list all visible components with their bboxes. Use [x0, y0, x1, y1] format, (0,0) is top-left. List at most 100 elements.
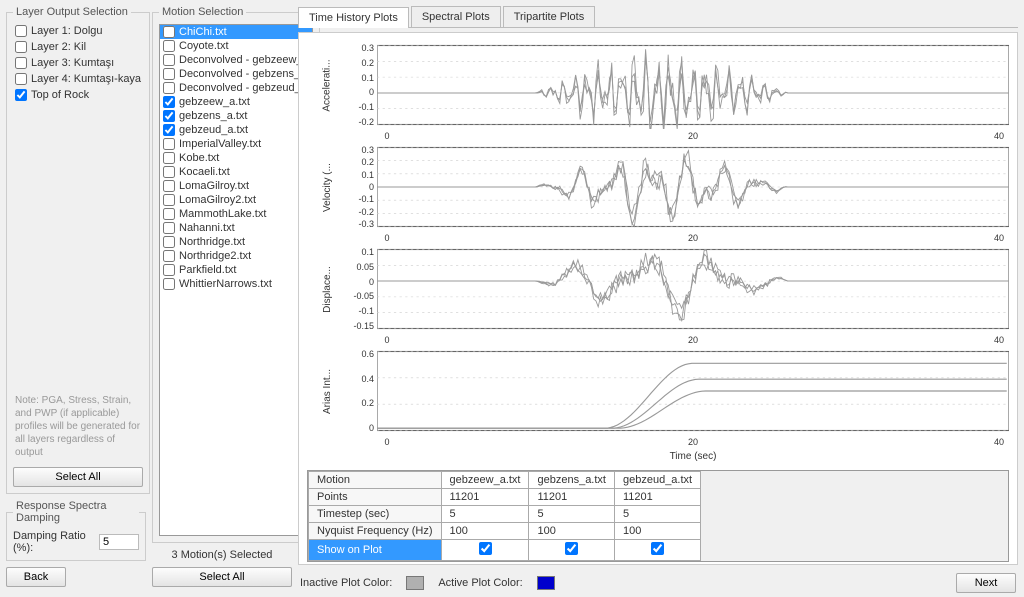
motion-item[interactable]: Parkfield.txt	[160, 263, 312, 277]
layer-checkbox[interactable]	[15, 89, 27, 101]
motion-label: ChiChi.txt	[179, 26, 227, 38]
table-cell[interactable]	[441, 540, 529, 561]
motion-item[interactable]: Coyote.txt	[160, 39, 312, 53]
table-cell[interactable]	[614, 540, 700, 561]
layer-item[interactable]: Layer 4: Kumtaşı-kaya	[13, 72, 143, 86]
damping-ratio-input[interactable]	[99, 534, 139, 550]
motion-item[interactable]: Northridge2.txt	[160, 249, 312, 263]
layer-checkbox[interactable]	[15, 25, 27, 37]
motion-checkbox[interactable]	[163, 40, 175, 52]
table-cell: 11201	[614, 489, 700, 506]
motion-checkbox[interactable]	[163, 68, 175, 80]
tab-spectral-plots[interactable]: Spectral Plots	[411, 6, 501, 27]
plot-row: Arias Int...0.60.40.20	[307, 347, 1009, 435]
motion-list[interactable]: ChiChi.txtCoyote.txtDeconvolved - gebzee…	[159, 24, 313, 536]
plot-ylabel: Accelerati...	[322, 59, 333, 111]
table-row-label: Show on Plot	[309, 540, 442, 561]
layer-panel-title: Layer Output Selection	[13, 6, 131, 18]
motion-item[interactable]: gebzeew_a.txt	[160, 95, 312, 109]
motion-item[interactable]: Kocaeli.txt	[160, 165, 312, 179]
back-button[interactable]: Back	[6, 567, 66, 587]
layer-output-selection-panel: Layer Output Selection Layer 1: Dolgu Lay…	[6, 6, 150, 494]
motion-label: WhittierNarrows.txt	[179, 278, 272, 290]
motion-item[interactable]: WhittierNarrows.txt	[160, 277, 312, 291]
motion-checkbox[interactable]	[163, 82, 175, 94]
motion-data-table: Motiongebzeew_a.txtgebzens_a.txtgebzeud_…	[307, 470, 1009, 562]
table-cell: 5	[441, 506, 529, 523]
table-header: gebzeud_a.txt	[614, 472, 700, 489]
motion-item[interactable]: Deconvolved - gebzens_a	[160, 67, 312, 81]
layer-item[interactable]: Layer 2: Kil	[13, 40, 143, 54]
motion-label: gebzeew_a.txt	[179, 96, 250, 108]
motion-item[interactable]: gebzeud_a.txt	[160, 123, 312, 137]
table-row: Points112011120111201	[309, 489, 701, 506]
motion-item[interactable]: Nahanni.txt	[160, 221, 312, 235]
motion-checkbox[interactable]	[163, 278, 175, 290]
motion-label: Deconvolved - gebzeud_a	[179, 82, 307, 94]
layer-item[interactable]: Layer 1: Dolgu	[13, 24, 143, 38]
tab-time-history-plots[interactable]: Time History Plots	[298, 7, 409, 28]
motion-item[interactable]: Kobe.txt	[160, 151, 312, 165]
table-cell[interactable]	[529, 540, 615, 561]
table-row: Nyquist Frequency (Hz)100100100	[309, 523, 701, 540]
next-button[interactable]: Next	[956, 573, 1016, 593]
plot-xticks: 02040	[307, 131, 1009, 141]
layer-item[interactable]: Top of Rock	[13, 88, 143, 102]
table-cell: 100	[529, 523, 615, 540]
motion-checkbox[interactable]	[163, 264, 175, 276]
motion-checkbox[interactable]	[163, 152, 175, 164]
motion-checkbox[interactable]	[163, 236, 175, 248]
motion-label: Kobe.txt	[179, 152, 219, 164]
layer-item[interactable]: Layer 3: Kumtaşı	[13, 56, 143, 70]
layer-checkbox[interactable]	[15, 57, 27, 69]
table-cell: 5	[529, 506, 615, 523]
table-row-label: Nyquist Frequency (Hz)	[309, 523, 442, 540]
motion-item[interactable]: Deconvolved - gebzeew_a	[160, 53, 312, 67]
motion-checkbox[interactable]	[163, 222, 175, 234]
show-on-plot-checkbox[interactable]	[479, 542, 492, 555]
plot-tab-bar: Time History PlotsSpectral PlotsTriparti…	[298, 6, 1018, 28]
tab-tripartite-plots[interactable]: Tripartite Plots	[503, 6, 596, 27]
plot-svg	[377, 41, 1009, 129]
motion-label: gebzens_a.txt	[179, 110, 248, 122]
table-header: gebzens_a.txt	[529, 472, 615, 489]
layer-checkbox[interactable]	[15, 73, 27, 85]
plot-ylabel: Arias Int...	[322, 368, 333, 413]
active-plot-color-swatch[interactable]	[537, 576, 555, 590]
motion-checkbox[interactable]	[163, 180, 175, 192]
motion-label: MammothLake.txt	[179, 208, 266, 220]
motion-checkbox[interactable]	[163, 26, 175, 38]
motion-item[interactable]: Deconvolved - gebzeud_a	[160, 81, 312, 95]
layer-select-all-button[interactable]: Select All	[13, 467, 143, 487]
plot-xticks: 02040	[307, 335, 1009, 345]
motion-label: Northridge.txt	[179, 236, 245, 248]
motion-checkbox[interactable]	[163, 194, 175, 206]
motion-checkbox[interactable]	[163, 166, 175, 178]
table-cell: 11201	[441, 489, 529, 506]
show-on-plot-checkbox[interactable]	[651, 542, 664, 555]
motion-item[interactable]: LomaGilroy2.txt	[160, 193, 312, 207]
plot-xticks: 02040	[307, 233, 1009, 243]
motion-checkbox[interactable]	[163, 124, 175, 136]
motion-item[interactable]: MammothLake.txt	[160, 207, 312, 221]
layer-label: Layer 1: Dolgu	[31, 25, 103, 37]
motion-item[interactable]: ChiChi.txt	[160, 25, 312, 39]
layer-checkbox[interactable]	[15, 41, 27, 53]
motion-item[interactable]: ImperialValley.txt	[160, 137, 312, 151]
motion-checkbox[interactable]	[163, 138, 175, 150]
plot-yticks: 0.10.050-0.05-0.1-0.15	[347, 245, 377, 333]
motion-select-all-button[interactable]: Select All	[152, 567, 292, 587]
motion-checkbox[interactable]	[163, 54, 175, 66]
inactive-plot-color-swatch[interactable]	[406, 576, 424, 590]
motion-checkbox[interactable]	[163, 96, 175, 108]
motion-selected-status: 3 Motion(s) Selected	[152, 549, 292, 561]
motion-checkbox[interactable]	[163, 250, 175, 262]
plot-yticks: 0.30.20.10-0.1-0.2-0.3	[347, 143, 377, 231]
table-cell: 5	[614, 506, 700, 523]
motion-item[interactable]: gebzens_a.txt	[160, 109, 312, 123]
motion-checkbox[interactable]	[163, 208, 175, 220]
motion-item[interactable]: LomaGilroy.txt	[160, 179, 312, 193]
motion-item[interactable]: Northridge.txt	[160, 235, 312, 249]
show-on-plot-checkbox[interactable]	[565, 542, 578, 555]
motion-checkbox[interactable]	[163, 110, 175, 122]
